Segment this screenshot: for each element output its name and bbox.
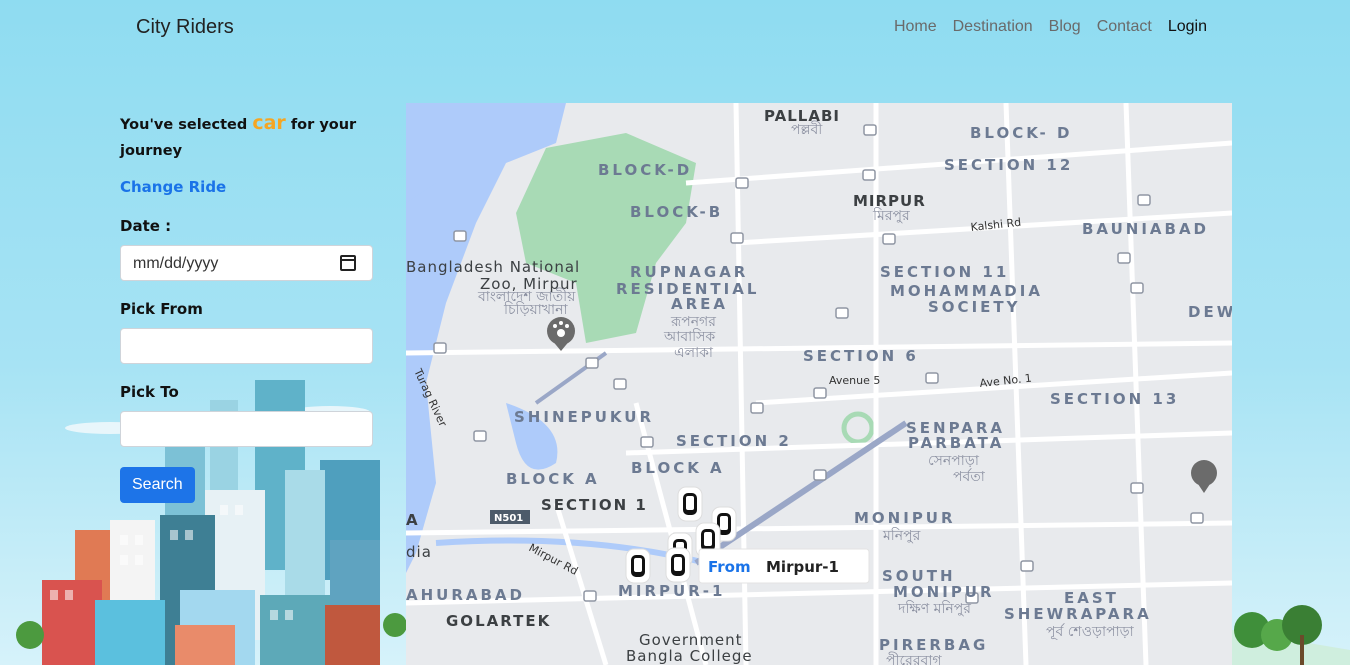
label-section-1: SECTION 1 xyxy=(541,496,648,514)
label-dia: dia xyxy=(406,543,432,561)
car-icon[interactable] xyxy=(625,548,651,584)
label-avenue-5: Avenue 5 xyxy=(829,374,880,387)
label-monipur-bn: মনিপুর xyxy=(882,527,921,544)
search-button[interactable]: Search xyxy=(120,467,195,503)
selected-vehicle: car xyxy=(252,112,286,134)
label-golartek: GOLARTEK xyxy=(446,612,551,630)
label-zoo-1: Bangladesh National xyxy=(406,258,580,276)
label-rupnagar-1: RUPNAGAR xyxy=(630,263,748,281)
tooltip-place: Mirpur-1 xyxy=(766,558,839,576)
label-a: A xyxy=(406,511,419,529)
label-shinepukur: SHINEPUKUR xyxy=(514,408,654,426)
label-east-2: SHEWRAPARA xyxy=(1004,605,1152,623)
label-dew: DEW xyxy=(1188,303,1232,321)
pick-to-input[interactable] xyxy=(120,411,373,447)
label-rupnagar-bn-2: আবাসিক xyxy=(663,328,715,345)
map[interactable]: PALLABI পল্লবী BLOCK- D SECTION 12 BLOCK… xyxy=(406,103,1232,665)
label-south-bn: দক্ষিণ মনিপুর xyxy=(897,600,971,617)
label-bauniabad: BAUNIABAD xyxy=(1082,220,1209,238)
date-label: Date : xyxy=(120,217,172,235)
selected-ride-text: You've selected car for your journey xyxy=(120,110,380,164)
label-block-a-1: BLOCK A xyxy=(506,470,600,488)
label-senpara-bn-1: সেনপাড়া xyxy=(928,453,980,469)
label-section-12: SECTION 12 xyxy=(944,156,1073,174)
label-pirerbag: PIRERBAG xyxy=(879,636,988,654)
label-section-2: SECTION 2 xyxy=(676,432,792,450)
label-senpara-bn-2: পর্বতা xyxy=(953,468,986,485)
date-input[interactable]: mm/dd/yyyy xyxy=(120,245,373,281)
label-monipur: MONIPUR xyxy=(854,509,956,527)
label-govt-2: Bangla College xyxy=(626,647,753,665)
label-section-13: SECTION 13 xyxy=(1050,390,1179,408)
brand[interactable]: City Riders xyxy=(136,16,234,39)
label-rupnagar-3: AREA xyxy=(671,295,728,313)
nav-login[interactable]: Login xyxy=(1168,18,1207,36)
n501-badge: N501 xyxy=(490,510,530,524)
location-tooltip: From Mirpur-1 xyxy=(698,548,870,584)
pick-to-label: Pick To xyxy=(120,383,179,401)
change-ride-link[interactable]: Change Ride xyxy=(120,178,380,196)
n501-label: N501 xyxy=(494,513,523,524)
nav-destination[interactable]: Destination xyxy=(953,18,1033,36)
label-pirerbag-bn: পীরেরবাগ xyxy=(886,652,942,665)
label-rupnagar-bn-1: রূপনগর xyxy=(670,314,716,330)
label-block-a-2: BLOCK A xyxy=(631,459,725,477)
nav-contact[interactable]: Contact xyxy=(1097,18,1152,36)
label-mirpur-1: MIRPUR-1 xyxy=(618,582,725,600)
label-zoo-bn-2: চিড়িয়াখানা xyxy=(503,301,568,318)
booking-panel: You've selected car for your journey Cha… xyxy=(120,110,380,503)
label-mohammadia-2: SOCIETY xyxy=(928,298,1020,316)
map-canvas[interactable]: PALLABI পল্লবী BLOCK- D SECTION 12 BLOCK… xyxy=(406,103,1232,665)
date-placeholder: mm/dd/yyyy xyxy=(133,255,219,272)
nav-links: Home Destination Blog Contact Login xyxy=(894,18,1207,36)
car-icon[interactable] xyxy=(677,486,703,522)
label-senpara-2: PARBATA xyxy=(908,434,1004,452)
label-pallabi-bn: পল্লবী xyxy=(791,121,823,138)
trees-illustration xyxy=(1232,605,1350,665)
label-block-b: BLOCK-B xyxy=(630,203,723,221)
label-south-2: MONIPUR xyxy=(893,583,995,601)
pick-from-label: Pick From xyxy=(120,300,203,318)
label-mirpur-bn: মিরপুর xyxy=(872,207,910,224)
label-section-6: SECTION 6 xyxy=(803,347,919,365)
pick-from-input[interactable] xyxy=(120,328,373,364)
label-section-11: SECTION 11 xyxy=(880,263,1009,281)
nav-blog[interactable]: Blog xyxy=(1049,18,1081,36)
label-east-bn: পূর্ব শেওড়াপাড়া xyxy=(1046,623,1135,640)
label-ahurabad: AHURABAD xyxy=(406,586,525,604)
tooltip-from: From xyxy=(708,558,751,576)
selected-prefix: You've selected xyxy=(120,117,248,133)
label-block-d-top: BLOCK- D xyxy=(970,124,1072,142)
calendar-icon[interactable] xyxy=(340,255,356,271)
label-rupnagar-bn-3: এলাকা xyxy=(674,345,714,361)
car-icon[interactable] xyxy=(665,547,691,583)
label-block-d: BLOCK-D xyxy=(598,161,692,179)
nav-home[interactable]: Home xyxy=(894,18,937,36)
navbar: City Riders Home Destination Blog Contac… xyxy=(0,0,1350,56)
